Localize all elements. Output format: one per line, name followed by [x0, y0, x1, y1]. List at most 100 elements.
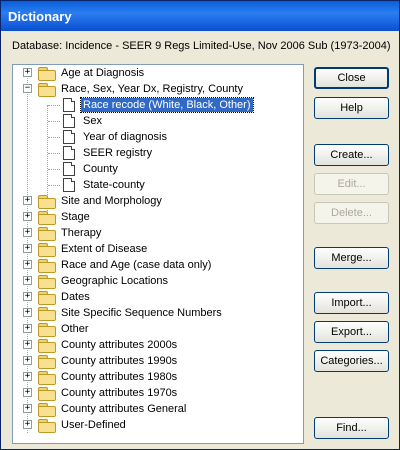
folder-icon	[38, 403, 56, 417]
document-icon	[63, 162, 75, 176]
tree-branch-line	[48, 137, 60, 138]
expand-plus-icon[interactable]: +	[23, 260, 32, 269]
tree-item[interactable]: + County attributes General	[13, 401, 301, 417]
tree-item-label: Site Specific Sequence Numbers	[61, 307, 222, 319]
tree-child-item[interactable]: Sex	[13, 113, 301, 129]
tree-item[interactable]: + Site Specific Sequence Numbers	[13, 305, 301, 321]
tree-item[interactable]: + Race and Age (case data only)	[13, 257, 301, 273]
tree-child-label: Year of diagnosis	[83, 131, 167, 143]
dictionary-tree[interactable]: + Age at Diagnosis − Race, Sex, Year Dx,…	[12, 64, 304, 444]
expand-plus-icon[interactable]: +	[23, 292, 32, 301]
expand-plus-icon[interactable]: +	[23, 212, 32, 221]
tree-child-label: County	[83, 163, 118, 175]
expand-plus-icon[interactable]: +	[23, 356, 32, 365]
tree-item[interactable]: + Age at Diagnosis	[13, 65, 301, 81]
expand-plus-icon[interactable]: +	[23, 308, 32, 317]
expand-plus-icon[interactable]: +	[23, 276, 32, 285]
expand-plus-icon[interactable]: +	[23, 340, 32, 349]
expand-plus-icon[interactable]: +	[23, 228, 32, 237]
tree-item-label: Geographic Locations	[61, 275, 169, 287]
folder-icon	[38, 211, 56, 225]
dictionary-window: Dictionary Database: Incidence - SEER 9 …	[0, 0, 400, 450]
tree-item-label: Race and Age (case data only)	[61, 259, 212, 271]
tree-item-label: Therapy	[61, 227, 102, 239]
tree-item-label: County attributes 1990s	[61, 355, 178, 367]
document-icon	[63, 114, 75, 128]
tree-branch-line	[48, 121, 60, 122]
export-button[interactable]: Export...	[314, 321, 389, 343]
tree-child-label: State-county	[83, 179, 145, 191]
tree-child-item[interactable]: State-county	[13, 177, 301, 193]
folder-icon	[38, 355, 56, 369]
find-button[interactable]: Find...	[314, 417, 389, 439]
delete-button[interactable]: Delete...	[314, 202, 389, 224]
tree-item[interactable]: + Dates	[13, 289, 301, 305]
create-button[interactable]: Create...	[314, 144, 389, 166]
tree-item[interactable]: + County attributes 1990s	[13, 353, 301, 369]
tree-item[interactable]: + County attributes 1970s	[13, 385, 301, 401]
tree-item[interactable]: + Geographic Locations	[13, 273, 301, 289]
tree-item[interactable]: + Stage	[13, 209, 301, 225]
expand-plus-icon[interactable]: +	[23, 68, 32, 77]
tree-item[interactable]: + County attributes 2000s	[13, 337, 301, 353]
tree-child-item[interactable]: Race recode (White, Black, Other)	[13, 97, 301, 113]
folder-icon	[38, 291, 56, 305]
folder-icon	[38, 307, 56, 321]
window-title: Dictionary	[8, 9, 72, 24]
folder-icon	[38, 275, 56, 289]
folder-icon	[38, 371, 56, 385]
tree-item-label: Race, Sex, Year Dx, Registry, County	[61, 83, 243, 95]
tree-item[interactable]: + Therapy	[13, 225, 301, 241]
tree-item[interactable]: + Site and Morphology	[13, 193, 301, 209]
tree-child-label: SEER registry	[83, 147, 153, 159]
tree-child-item[interactable]: County	[13, 161, 301, 177]
expand-plus-icon[interactable]: +	[23, 420, 32, 429]
expand-plus-icon[interactable]: +	[23, 244, 32, 253]
expand-plus-icon[interactable]: +	[23, 388, 32, 397]
tree-branch-line	[48, 105, 60, 106]
merge-button[interactable]: Merge...	[314, 247, 389, 269]
expand-plus-icon[interactable]: +	[23, 404, 32, 413]
expand-plus-icon[interactable]: +	[23, 196, 32, 205]
tree-item[interactable]: + Extent of Disease	[13, 241, 301, 257]
tree-item-label: User-Defined	[61, 419, 126, 431]
tree-item-label: Dates	[61, 291, 90, 303]
folder-icon	[38, 419, 56, 433]
tree-item[interactable]: + County attributes 1980s	[13, 369, 301, 385]
tree-item[interactable]: + Other	[13, 321, 301, 337]
tree-child-item[interactable]: SEER registry	[13, 145, 301, 161]
tree-branch-line	[48, 153, 60, 154]
tree-child-label-selected: Race recode (White, Black, Other)	[80, 97, 254, 113]
folder-icon	[38, 339, 56, 353]
tree-branch-line	[48, 185, 60, 186]
document-icon	[63, 178, 75, 192]
folder-icon	[38, 259, 56, 273]
database-label: Database: Incidence - SEER 9 Regs Limite…	[12, 40, 391, 52]
tree-item[interactable]: + User-Defined	[13, 417, 301, 433]
tree-item-label: County attributes 1980s	[61, 371, 178, 383]
folder-icon	[38, 67, 56, 81]
tree-item-label: Stage	[61, 211, 90, 223]
tree-item-label: County attributes General	[61, 403, 187, 415]
collapse-minus-icon[interactable]: −	[23, 84, 32, 93]
expand-plus-icon[interactable]: +	[23, 324, 32, 333]
edit-button[interactable]: Edit...	[314, 173, 389, 195]
help-button[interactable]: Help	[314, 97, 389, 119]
tree-item-label: Site and Morphology	[61, 195, 162, 207]
title-bar[interactable]: Dictionary	[1, 1, 399, 31]
import-button[interactable]: Import...	[314, 292, 389, 314]
close-button[interactable]: Close	[314, 67, 389, 89]
categories-button[interactable]: Categories...	[314, 350, 389, 372]
tree-item-label: Other	[61, 323, 89, 335]
document-icon	[63, 98, 75, 112]
folder-icon	[38, 387, 56, 401]
folder-icon	[38, 195, 56, 209]
document-icon	[63, 146, 75, 160]
expand-plus-icon[interactable]: +	[23, 372, 32, 381]
tree-item-expanded[interactable]: − Race, Sex, Year Dx, Registry, County	[13, 81, 301, 97]
tree-child-item[interactable]: Year of diagnosis	[13, 129, 301, 145]
folder-icon	[38, 323, 56, 337]
tree-item-label: County attributes 2000s	[61, 339, 178, 351]
tree-branch-line	[48, 169, 60, 170]
document-icon	[63, 130, 75, 144]
